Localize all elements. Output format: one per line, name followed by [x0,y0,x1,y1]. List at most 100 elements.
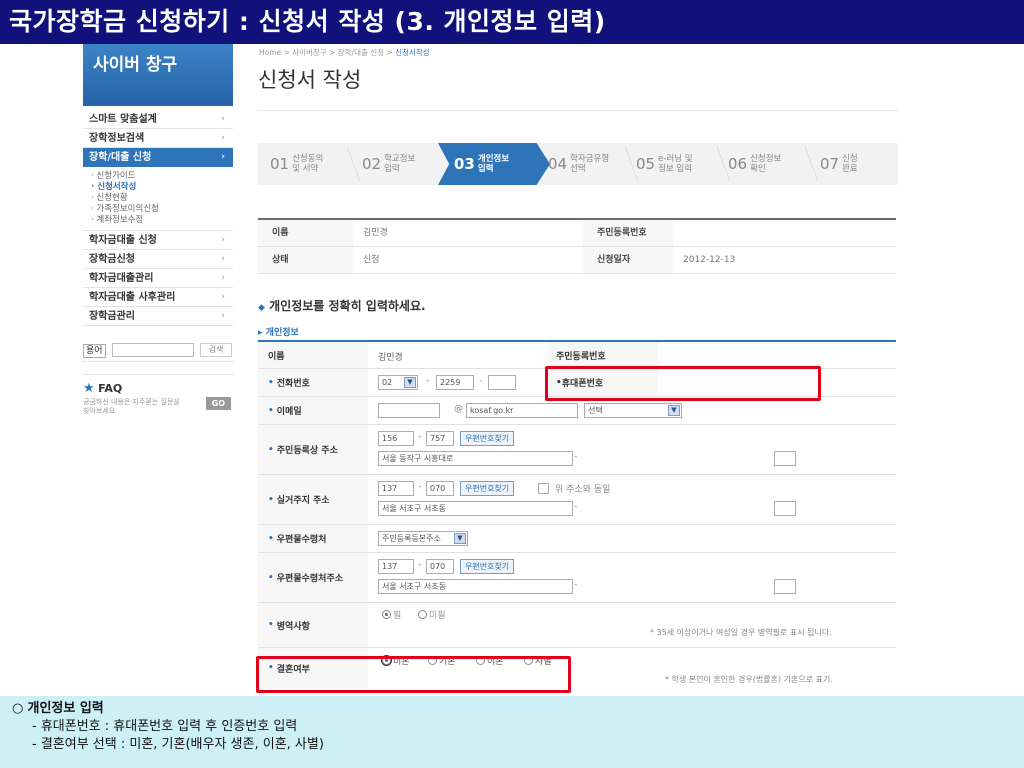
diamond-icon: ◆ [258,303,265,313]
military-note: * 35세 이상이거나 여성일 경우 병역필로 표시 됩니다. [650,628,832,637]
form-row-res-address: • 주민등록상 주소 156 - 757 우편번호찾기 서울 동작구 시흥대로 - [258,425,896,475]
phone-mid-input[interactable]: 2259 [436,375,474,390]
real-address2-input[interactable] [774,501,796,516]
chevron-right-icon: › [221,254,225,264]
slide-title: 국가장학금 신청하기 : 신청서 작성 (3. 개인정보 입력) [0,0,1024,44]
res-address2-input[interactable] [774,451,796,466]
step-number: 02 [362,155,382,173]
form-row-email: • 이메일 @ kosaf.go.kr 선택 ▼ [258,397,896,425]
submenu-item-application[interactable]: · 신청서작성 [91,182,233,193]
mail-place-select[interactable]: 주민등록등본주소 ▼ [378,531,468,546]
form-military-label-text: 병역사항 [276,621,310,632]
submenu-item-status[interactable]: · 신청현황 [91,193,233,204]
form-row-military: • 병역사항 필 미필 * 35세 이상이거나 여성일 경우 병역필로 표시 됩니… [258,603,896,648]
sidebar-item-label: 학자금대출 사후관리 [89,292,176,303]
res-address1-input[interactable]: 서울 동작구 시흥대로 [378,451,573,466]
step-number: 05 [636,155,656,173]
form-real-address-label: • 실거주지 주소 [258,475,368,524]
step-04: 04 학자금유형 선택 [548,143,609,185]
sidebar-item-label: 장학정보검색 [89,133,145,144]
step-label-line1: 신청정보 [750,154,782,164]
phone-area-value: 02 [382,378,393,387]
faq-box: ★ FAQ 궁금하신 내용은 자주묻는 질문을 찾아보세요 GO [83,374,233,415]
marital-note: * 학생 본인이 혼인한 경우(법률혼) 기혼으로 표기. [665,675,833,684]
mail-zip-search-button[interactable]: 우편번호찾기 [460,559,515,574]
faq-title: FAQ [98,382,123,395]
res-zip1-input[interactable]: 156 [378,431,414,446]
mail-place-value: 주민등록등본주소 [382,534,441,543]
form-real-address-cell: 137 - 070 우편번호찾기 위 주소와 동일 서울 서초구 서초동 - [378,475,896,524]
form-military-label: • 병역사항 [258,603,368,647]
real-zip2-input[interactable]: 070 [426,481,454,496]
real-address1-input[interactable]: 서울 서초구 서초동 [378,501,573,516]
email-domain-input[interactable]: kosaf.go.kr [466,403,578,418]
form-row-name: 이름 김민경 주민등록번호 [258,342,896,369]
chevron-right-icon: › [221,273,225,283]
mail-zip1-input[interactable]: 137 [378,559,414,574]
chevron-down-icon: ▼ [454,533,466,544]
submenu-item-guide[interactable]: · 신청가이드 [91,171,233,182]
sidebar-item-smart-design[interactable]: 스마트 맞춤설계 › [83,110,233,129]
step-07: 07 신청 완료 [820,143,858,185]
breadcrumb-path[interactable]: Home > 사이버창구 > 장학/대출 신청 > [259,48,395,57]
sidebar-item-label: 스마트 맞춤설계 [89,114,157,125]
mail-zip2-input[interactable]: 070 [426,559,454,574]
sidebar-item-loan-manage[interactable]: 학자금대출관리 › [83,269,233,288]
sidebar-item-scholarship-manage[interactable]: 장학금관리 › [83,307,233,326]
real-zip1-input[interactable]: 137 [378,481,414,496]
chevron-down-icon: ▼ [404,377,416,388]
email-select-value: 선택 [588,406,603,415]
sidebar-item-loan-aftercare[interactable]: 학자금대출 사후관리 › [83,288,233,307]
step-label-line2: 정보 입력 [658,164,693,174]
bullet-icon: • [268,572,274,583]
email-domain-select[interactable]: 선택 ▼ [584,403,682,418]
step-number: 04 [548,155,568,173]
real-zip-search-button[interactable]: 우편번호찾기 [460,481,515,496]
step-label: 신청정보 확인 [750,154,781,174]
page-title: 신청서 작성 [258,68,362,92]
step-label-line1: e-러닝 및 [658,154,693,164]
applicant-info-table: 이름 김민경 주민등록번호 상태 신청 신청일자 2012-12-13 [258,218,896,274]
submenu-item-account-edit[interactable]: · 계좌정보수정 [91,215,233,226]
bottom-note-title: 개인정보 입력 [27,701,104,716]
faq-description: 궁금하신 내용은 자주묻는 질문을 찾아보세요 [83,398,180,415]
chevron-right-icon: › [221,235,225,245]
mail-address2-input[interactable] [774,579,796,594]
glossary-search-button[interactable]: 검색 [200,343,232,357]
form-phone-label-text: 전화번호 [276,379,310,389]
military-option-done[interactable]: 필 [382,608,401,621]
glossary-input[interactable] [112,343,194,357]
form-mail-place-label: • 우편물수령처 [258,525,368,552]
faq-go-button[interactable]: GO [205,397,231,410]
military-option-not-done[interactable]: 미필 [418,608,446,621]
mail-address1-input[interactable]: 서울 서초구 서초동 [378,579,573,594]
mobile-highlight-box [545,366,821,401]
sidebar-item-loan-apply[interactable]: 학자금대출 신청 › [83,231,233,250]
step-label: 신청동의 및 서약 [292,154,323,174]
step-label-line2: 입력 [477,164,494,174]
status-value: 신청 [363,255,380,265]
form-name-label: 이름 [258,342,368,368]
form-mail-place-cell: 주민등록등본주소 ▼ [378,525,896,552]
chevron-right-icon: › [221,292,225,302]
sidebar-item-scholarship-apply[interactable]: 장학금신청 › [83,250,233,269]
step-number: 06 [728,155,748,173]
triangle-right-icon: ▸ [258,328,263,338]
form-name-cell: 김민경 주민등록번호 [378,342,896,368]
res-zip2-input[interactable]: 757 [426,431,454,446]
step-separator [791,147,819,181]
section-label-text: 개인정보 [265,328,299,338]
email-id-input[interactable] [378,403,440,418]
phone-area-select[interactable]: 02 ▼ [378,375,418,390]
same-address-checkbox[interactable] [538,483,549,494]
phone-last-input[interactable] [488,375,516,390]
step-label-line2: 확인 [750,164,766,174]
submenu-item-family-objection[interactable]: · 가족정보이의신청 [91,204,233,215]
res-zip-search-button[interactable]: 우편번호찾기 [460,431,515,446]
sidebar-item-apply[interactable]: 장학/대출 신청 › [83,148,233,167]
sidebar-title: 사이버 창구 [83,44,233,106]
name-value: 김민경 [363,228,388,238]
section-label: ▸ 개인정보 [258,325,299,338]
sidebar-item-scholarship-search[interactable]: 장학정보검색 › [83,129,233,148]
bullet-icon: • [268,533,274,544]
